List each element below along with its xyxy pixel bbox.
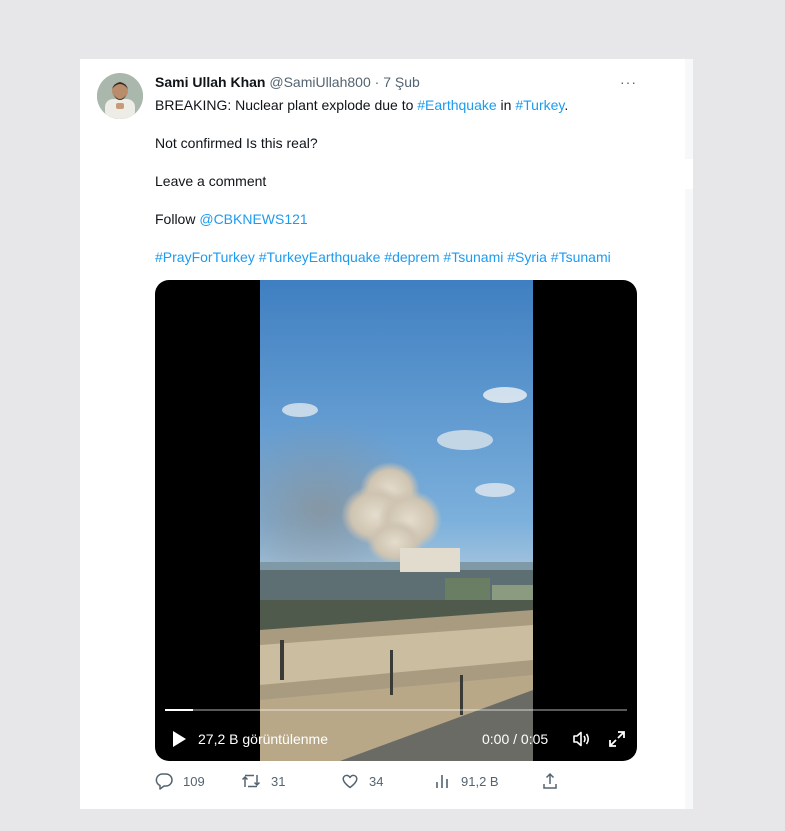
- hashtag-earthquake[interactable]: #Earthquake: [417, 97, 496, 113]
- side-panel-block: [685, 189, 693, 809]
- share-button[interactable]: [541, 772, 559, 790]
- side-panel: [655, 59, 693, 809]
- avatar-image: [97, 73, 143, 119]
- video-player[interactable]: 27,2 B görüntülenme 0:00 / 0:05: [155, 280, 637, 761]
- video-time: 0:00 / 0:05: [482, 731, 549, 747]
- video-progress-fill: [165, 709, 193, 711]
- play-icon[interactable]: [171, 730, 187, 748]
- fullscreen-icon[interactable]: [607, 729, 627, 749]
- mention-link[interactable]: @CBKNEWS121: [199, 211, 307, 227]
- side-panel-block-top: [685, 59, 693, 159]
- video-frame: [260, 280, 533, 761]
- hashtag-turkey[interactable]: #Turkey: [515, 97, 564, 113]
- more-icon[interactable]: ···: [620, 74, 637, 90]
- retweet-count: 31: [271, 773, 286, 789]
- retweet-icon: [241, 774, 261, 788]
- retweet-button[interactable]: 31: [241, 772, 285, 790]
- reply-count: 109: [183, 773, 205, 789]
- like-button[interactable]: 34: [341, 772, 383, 790]
- text-middle: in: [496, 97, 516, 113]
- hashtags-line[interactable]: #PrayForTurkey #TurkeyEarthquake #deprem…: [155, 249, 611, 265]
- author-handle[interactable]: @SamiUllah800: [269, 74, 370, 90]
- text-prefix: BREAKING: Nuclear plant explode due to: [155, 97, 418, 113]
- reply-button[interactable]: 109: [155, 772, 205, 790]
- tweet-date[interactable]: 7 Şub: [383, 74, 420, 90]
- avatar[interactable]: [97, 73, 143, 119]
- tweet-text-line-3: Leave a comment: [155, 173, 267, 189]
- like-count: 34: [369, 773, 384, 789]
- separator: ·: [374, 74, 380, 90]
- volume-icon[interactable]: [571, 729, 591, 749]
- video-progress-bar[interactable]: [165, 709, 627, 711]
- text-suffix: .: [564, 97, 569, 113]
- reply-icon: [155, 773, 173, 790]
- tweet-text-line-1: BREAKING: Nuclear plant explode due to #…: [155, 97, 568, 113]
- tweet-text-line-2: Not confirmed Is this real?: [155, 135, 318, 151]
- share-icon: [543, 772, 557, 789]
- like-icon: [342, 774, 358, 789]
- views-count: 91,2 B: [461, 773, 499, 789]
- views-icon: [436, 775, 448, 788]
- tweet-text-line-4: Follow @CBKNEWS121: [155, 211, 308, 227]
- follow-text: Follow: [155, 211, 200, 227]
- video-views: 27,2 B görüntülenme: [198, 731, 328, 747]
- tweet-header: Sami Ullah Khan @SamiUllah800 · 7 Şub: [155, 74, 420, 90]
- views-button[interactable]: 91,2 B: [433, 772, 499, 790]
- tweet-actions: 109 31 34 91,2 B: [155, 772, 575, 794]
- author-name[interactable]: Sami Ullah Khan: [155, 74, 265, 90]
